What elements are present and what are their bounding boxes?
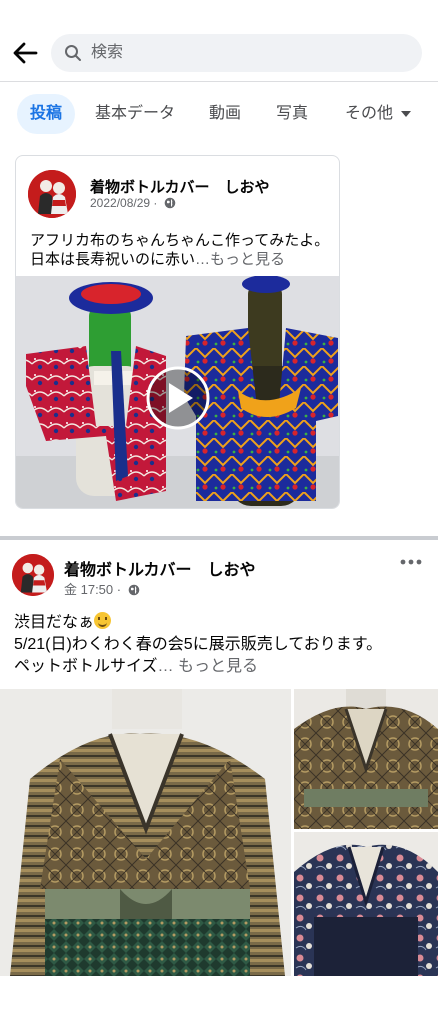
- globe-icon: [128, 584, 140, 596]
- chevron-down-icon: [401, 110, 411, 117]
- video-thumbnail[interactable]: [16, 275, 339, 508]
- more-options-icon[interactable]: [398, 552, 424, 572]
- smiling-face-emoji-icon: [94, 612, 112, 629]
- post-card: 着物ボトルカバー しおや 金 17:50 · 渋目だなぁ 5/21(日)わくわく…: [0, 540, 438, 980]
- tab-more-label: その他: [344, 105, 393, 122]
- post-photo-1[interactable]: [0, 689, 291, 976]
- tab-more[interactable]: その他: [338, 94, 418, 134]
- post-line-2: 5/21(日)わくわく春の会5に展示販売しております。: [14, 636, 383, 653]
- post-photo-3[interactable]: [294, 832, 438, 976]
- post-line-1: 渋目だなぁ: [14, 614, 95, 631]
- post-meta: 金 17:50 ·: [64, 579, 140, 598]
- search-input[interactable]: 検索: [51, 34, 422, 72]
- post-card-video[interactable]: 着物ボトルカバー しおや 2022/08/29 · アフリカ布のちゃんちゃんこ作…: [15, 155, 340, 509]
- tab-posts[interactable]: 投稿: [17, 94, 75, 134]
- search-icon: [65, 45, 81, 61]
- post-line-3: ペットボトルサイズ: [14, 658, 158, 675]
- avatar[interactable]: [28, 170, 76, 218]
- post-photo-2[interactable]: [294, 689, 438, 829]
- post-author[interactable]: 着物ボトルカバー しおや: [90, 176, 270, 197]
- avatar[interactable]: [12, 554, 54, 596]
- tab-videos[interactable]: 動画: [203, 94, 247, 134]
- tab-about[interactable]: 基本データ: [92, 94, 178, 134]
- post-text: 渋目だなぁ 5/21(日)わくわく春の会5に展示販売しております。 ペットボトル…: [14, 612, 434, 678]
- post-author[interactable]: 着物ボトルカバー しおや: [64, 556, 256, 580]
- see-more-link[interactable]: …もっと見る: [195, 251, 285, 268]
- play-icon[interactable]: [146, 366, 210, 430]
- post-timestamp[interactable]: 金 17:50: [64, 582, 113, 597]
- see-more-link[interactable]: … もっと見る: [158, 658, 258, 675]
- globe-icon: [164, 197, 176, 209]
- profile-tabs: 投稿 基本データ 動画 写真 その他: [0, 92, 438, 136]
- top-bar: 検索: [0, 0, 438, 82]
- search-placeholder: 検索: [91, 44, 124, 61]
- post-meta: 2022/08/29 ·: [90, 196, 176, 210]
- back-arrow-icon[interactable]: [10, 38, 40, 68]
- post-text: アフリカ布のちゃんちゃんこ作ってみたよ。日本は長寿祝いのに赤い…もっと見る: [30, 231, 330, 269]
- tab-photos[interactable]: 写真: [270, 94, 314, 134]
- post-timestamp[interactable]: 2022/08/29: [90, 196, 150, 210]
